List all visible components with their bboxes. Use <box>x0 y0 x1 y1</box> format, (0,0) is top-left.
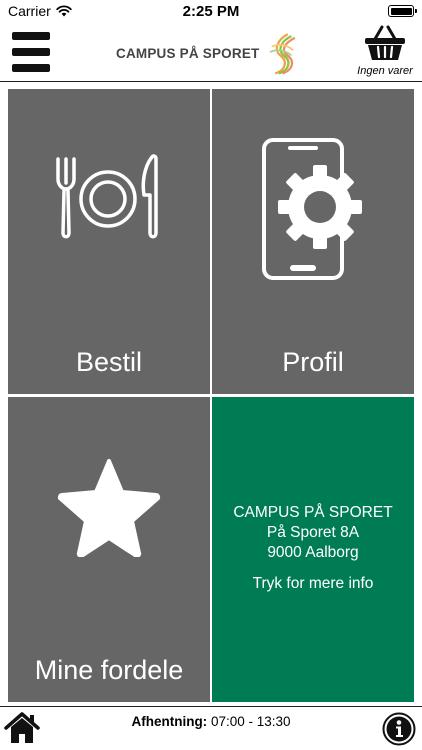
store-address: CAMPUS PÅ SPORET På Sporet 8A 9000 Aalbo… <box>212 503 414 563</box>
pickup-label: Afhentning: <box>131 714 208 729</box>
tile-bestil[interactable]: Bestil <box>8 89 210 394</box>
tile-profil[interactable]: Profil <box>212 89 414 394</box>
pickup-time: 07:00 - 13:30 <box>210 714 291 729</box>
shopping-basket-icon <box>365 25 405 60</box>
cart-status-label: Ingen varer <box>357 65 413 77</box>
hamburger-menu-icon[interactable] <box>12 30 50 74</box>
phone-gear-icon <box>262 138 362 280</box>
cart-button[interactable]: Ingen varer <box>352 24 418 80</box>
status-bar: Carrier 2:25 PM <box>0 0 422 22</box>
store-city: 9000 Aalborg <box>267 544 359 561</box>
bottom-bar: Afhentning: 07:00 - 13:30 <box>0 706 422 750</box>
pickup-hours: Afhentning: 07:00 - 13:30 <box>0 714 422 729</box>
track-logo-icon <box>269 33 296 75</box>
app-logo: CAMPUS PÅ SPORET <box>116 28 306 78</box>
tile-mine-fordele[interactable]: Mine fordele <box>8 397 210 702</box>
battery-icon <box>388 5 417 17</box>
app-header: CAMPUS PÅ SPORET Ingen varer <box>0 22 422 82</box>
logo-text: CAMPUS PÅ SPORET <box>116 45 260 61</box>
plate-cutlery-icon <box>56 154 158 239</box>
tile-store-info[interactable]: CAMPUS PÅ SPORET På Sporet 8A 9000 Aalbo… <box>212 397 414 702</box>
star-icon <box>57 459 161 557</box>
info-icon[interactable] <box>382 712 416 746</box>
status-time: 2:25 PM <box>182 3 240 20</box>
tile-profil-label: Profil <box>282 347 344 377</box>
more-info-link[interactable]: Tryk for mere info <box>212 575 414 593</box>
store-street: På Sporet 8A <box>266 524 360 541</box>
tile-bestil-label: Bestil <box>75 347 143 377</box>
tile-mine-fordele-label: Mine fordele <box>34 655 184 685</box>
store-name: CAMPUS PÅ SPORET <box>233 504 393 521</box>
